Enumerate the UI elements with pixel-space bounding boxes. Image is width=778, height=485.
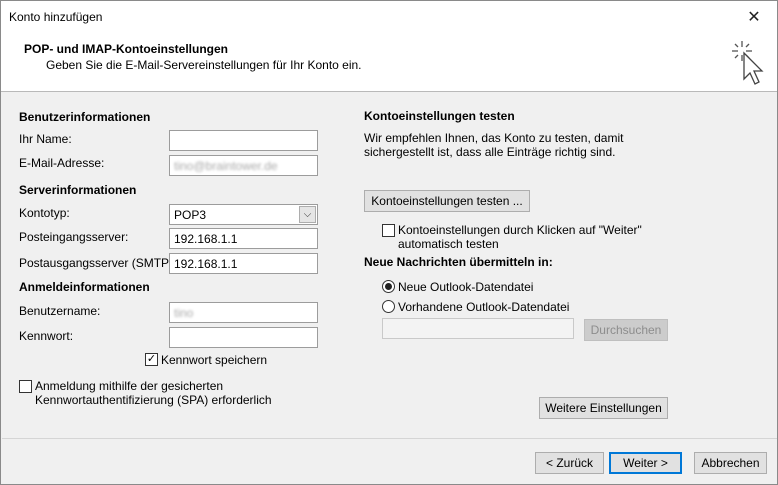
wizard-footer: < Zurück Weiter > Abbrechen	[2, 440, 777, 484]
settings-panel: Benutzerinformationen Ihr Name: E-Mail-A…	[2, 93, 777, 439]
username-value: tino	[174, 306, 194, 320]
username-input[interactable]: tino	[169, 302, 318, 323]
close-button[interactable]: ✕	[731, 1, 777, 32]
name-input[interactable]	[169, 130, 318, 151]
window-title: Konto hinzufügen	[9, 10, 103, 24]
server-info-heading: Serverinformationen	[19, 183, 137, 197]
check-icon: ✓	[146, 353, 157, 365]
new-data-file-label[interactable]: Neue Outlook-Datendatei	[398, 280, 533, 294]
test-desc-line1: Wir empfehlen Ihnen, das Konto zu testen…	[364, 131, 624, 145]
cancel-button[interactable]: Abbrechen	[694, 452, 767, 474]
chevron-down-icon[interactable]: ⌵	[299, 206, 316, 223]
header-title: POP- und IMAP-Kontoeinstellungen	[24, 42, 228, 56]
next-button[interactable]: Weiter >	[609, 452, 682, 474]
existing-data-file-label[interactable]: Vorhandene Outlook-Datendatei	[398, 300, 569, 314]
account-type-label: Kontotyp:	[19, 206, 70, 220]
spa-label-line2[interactable]: Kennwortauthentifizierung (SPA) erforder…	[35, 393, 272, 407]
spa-checkbox[interactable]	[19, 380, 32, 393]
account-type-select[interactable]: POP3 ⌵	[169, 204, 318, 225]
email-input[interactable]: tino@braintower.de	[169, 155, 318, 176]
spa-label-line1[interactable]: Anmeldung mithilfe der gesicherten	[35, 379, 223, 393]
title-bar: Konto hinzufügen ✕	[1, 1, 777, 32]
auto-test-label-line2[interactable]: automatisch testen	[398, 237, 499, 251]
username-label: Benutzername:	[19, 304, 101, 318]
password-label: Kennwort:	[19, 329, 74, 343]
incoming-server-input[interactable]: 192.168.1.1	[169, 228, 318, 249]
account-type-value: POP3	[174, 208, 207, 222]
wizard-header: POP- und IMAP-Kontoeinstellungen Geben S…	[1, 32, 777, 92]
existing-data-file-radio[interactable]	[382, 300, 395, 313]
email-value: tino@braintower.de	[174, 159, 278, 173]
test-settings-button[interactable]: Kontoeinstellungen testen ...	[364, 190, 530, 212]
auto-test-label-line1[interactable]: Kontoeinstellungen durch Klicken auf "We…	[398, 223, 642, 237]
incoming-server-label: Posteingangsserver:	[19, 230, 129, 244]
email-label: E-Mail-Adresse:	[19, 156, 105, 170]
password-input[interactable]	[169, 327, 318, 348]
remember-password-checkbox[interactable]: ✓	[145, 353, 158, 366]
outgoing-server-input[interactable]: 192.168.1.1	[169, 253, 318, 274]
test-desc-line2: sichergestellt ist, dass alle Einträge r…	[364, 145, 616, 159]
more-settings-button[interactable]: Weitere Einstellungen	[539, 397, 668, 419]
data-file-path-input[interactable]	[382, 318, 574, 339]
cursor-sparkle-icon	[732, 41, 764, 85]
test-settings-heading: Kontoeinstellungen testen	[364, 109, 515, 123]
outgoing-server-label: Postausgangsserver (SMTP):	[19, 256, 177, 270]
header-subtitle: Geben Sie die E-Mail-Servereinstellungen…	[46, 58, 362, 72]
name-label: Ihr Name:	[19, 132, 72, 146]
back-button[interactable]: < Zurück	[535, 452, 604, 474]
auto-test-checkbox[interactable]	[382, 224, 395, 237]
dialog-window: Konto hinzufügen ✕ POP- und IMAP-Kontoei…	[0, 0, 778, 485]
login-info-heading: Anmeldeinformationen	[19, 280, 150, 294]
remember-password-label[interactable]: Kennwort speichern	[161, 353, 267, 367]
new-data-file-radio[interactable]	[382, 280, 395, 293]
close-icon: ✕	[747, 8, 761, 26]
deliver-heading: Neue Nachrichten übermitteln in:	[364, 255, 553, 269]
user-info-heading: Benutzerinformationen	[19, 110, 151, 124]
browse-button[interactable]: Durchsuchen	[584, 319, 668, 341]
